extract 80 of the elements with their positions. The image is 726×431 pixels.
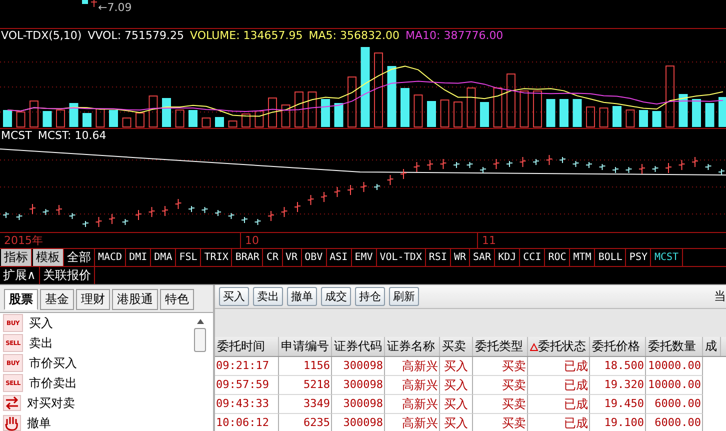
indicator-tab[interactable]: BRAR: [232, 249, 264, 266]
category-tab[interactable]: 理财: [76, 289, 110, 310]
indicator-tab[interactable]: FSL: [176, 249, 202, 266]
indicator-tab[interactable]: VR: [282, 249, 302, 266]
indicator-tab[interactable]: EMV: [352, 249, 377, 266]
indicator-tab[interactable]: WR: [450, 249, 470, 266]
legend-label: MA5: 356832.00: [308, 29, 400, 42]
column-header[interactable]: 证券名称: [385, 337, 440, 356]
axis-label: 10: [240, 233, 477, 248]
indicator-tab[interactable]: CR: [263, 249, 283, 266]
menu-item[interactable]: 撤单: [27, 414, 51, 431]
axis-label: 2015年: [3, 233, 44, 248]
table-cell: 6000.00: [646, 414, 703, 431]
table-cell: 19.100: [590, 414, 646, 431]
category-tab[interactable]: 港股通: [112, 289, 158, 310]
indicator-tab[interactable]: ASI: [326, 249, 352, 266]
legend-label: VOLUME: 134657.95: [190, 29, 303, 42]
indicator-tab[interactable]: MACD: [95, 249, 126, 266]
indicator-tab[interactable]: DMA: [151, 249, 176, 266]
extension-button[interactable]: 关联报价: [40, 267, 95, 284]
column-header[interactable]: 买卖: [440, 337, 473, 356]
swap-arrows-icon: [3, 395, 21, 411]
legend-label: MA10: 387776.00: [405, 29, 504, 42]
axis-label: 11: [477, 233, 722, 248]
toolbar-button[interactable]: 卖出: [253, 286, 283, 306]
legend-label: MCST: [1, 129, 32, 142]
column-header[interactable]: 委托价格: [590, 337, 646, 356]
indicator-tab[interactable]: SAR: [470, 249, 496, 266]
legend-label: VVOL: 751579.25: [88, 29, 184, 42]
price-candle-icon: [82, 0, 98, 10]
menu-item[interactable]: 卖出: [29, 334, 53, 352]
category-tab[interactable]: 股票: [4, 289, 38, 310]
toolbar-button[interactable]: 持仓: [355, 286, 385, 306]
column-header[interactable]: 委托类型: [473, 337, 528, 356]
indicator-tab[interactable]: BOLL: [595, 249, 626, 266]
toolbar-label: 当: [714, 288, 726, 305]
low-price-label: ←7.09: [98, 1, 132, 14]
indicator-mode-button[interactable]: 模板: [32, 249, 64, 266]
indicator-tab[interactable]: OBV: [302, 249, 327, 266]
column-header[interactable]: 委托状态: [528, 337, 590, 356]
indicator-tab[interactable]: KDJ: [495, 249, 520, 266]
indicator-tab[interactable]: CCI: [520, 249, 546, 266]
column-header[interactable]: 证券代码: [332, 337, 385, 356]
indicator-tab[interactable]: PSY: [626, 249, 652, 266]
toolbar-button[interactable]: 刷新: [389, 286, 419, 306]
indicator-tab[interactable]: DMI: [126, 249, 152, 266]
hand-icon: [3, 415, 21, 431]
indicator-tab[interactable]: MTM: [570, 249, 596, 266]
category-tab[interactable]: 基金: [40, 289, 74, 310]
menu-item[interactable]: 市价买入: [29, 354, 77, 372]
sort-arrow-icon: [530, 342, 538, 350]
extension-button[interactable]: 扩展∧: [0, 267, 40, 284]
menu-item[interactable]: 买入: [29, 314, 53, 332]
menu-item[interactable]: 市价卖出: [29, 374, 77, 392]
indicator-mode-button[interactable]: 指标: [0, 249, 32, 266]
column-header[interactable]: 委托时间: [215, 337, 279, 356]
toolbar-button[interactable]: 撤单: [287, 286, 317, 306]
table-cell: 已成: [528, 414, 590, 431]
legend-label: MCST: 10.64: [38, 129, 106, 142]
indicator-tab[interactable]: ROC: [545, 249, 570, 266]
indicator-tab[interactable]: 全部: [64, 249, 95, 266]
menu-item[interactable]: 对买对卖: [27, 394, 75, 412]
indicator-tab[interactable]: MCST: [651, 249, 683, 266]
indicator-tab[interactable]: RSI: [426, 249, 451, 266]
table-cell: 6235: [279, 414, 332, 431]
table-cell: 高新兴: [385, 414, 440, 431]
indicator-tab[interactable]: VOL-TDX: [376, 249, 426, 266]
legend-label: VOL-TDX(5,10): [1, 29, 82, 42]
column-header[interactable]: 申请编号: [279, 337, 332, 356]
category-tab[interactable]: 特色: [160, 289, 194, 310]
toolbar-button[interactable]: 买入: [219, 286, 249, 306]
table-cell: 10:06:12: [215, 414, 279, 431]
table-cell: 买入: [440, 414, 473, 431]
scroll-up-icon[interactable]: [196, 319, 204, 324]
column-header[interactable]: 委托数量: [646, 337, 703, 356]
table-cell: 300098: [332, 414, 385, 431]
table-cell: 买卖: [473, 414, 528, 431]
toolbar-button[interactable]: 成交: [321, 286, 351, 306]
indicator-tab[interactable]: TRIX: [201, 249, 232, 266]
column-header[interactable]: 成: [703, 337, 721, 356]
